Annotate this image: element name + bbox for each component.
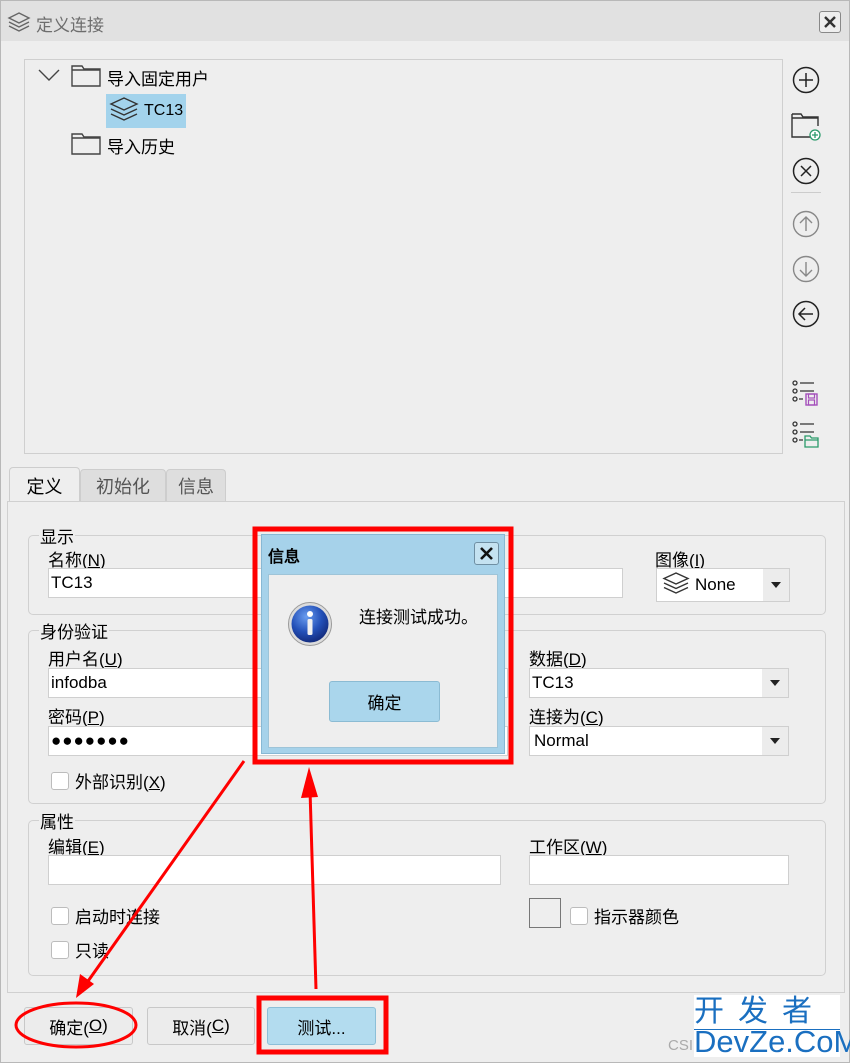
window-close-button[interactable] [819,11,841,33]
delete-button[interactable] [791,156,821,186]
tree-item-history[interactable]: 导入历史 [71,128,175,162]
dialog-message: 连接测试成功。 [359,608,478,627]
connect-on-start-checkbox[interactable]: 启动时连接 [51,903,160,928]
checkbox-box[interactable] [51,906,69,925]
tree-item-fixed-users[interactable]: 导入固定用户 [37,60,209,94]
tree-item-label: TC13 [144,102,184,119]
info-dialog: 信息 连接测试成功。 确定 [261,534,505,754]
move-left-button[interactable] [791,299,821,329]
checkbox-box[interactable] [51,940,69,959]
layers-icon [662,571,690,600]
dialog-title: 信息 [268,549,301,566]
close-icon [824,16,836,28]
watermark: 开发者 DevZe.CoM [694,995,850,1058]
selected-highlight: TC13 [106,94,187,128]
list-folder-icon [792,421,819,448]
chevron-down-icon[interactable] [762,669,788,697]
dialog-ok-button[interactable]: 确定 [329,681,440,722]
folder-icon [71,131,101,160]
save-list-button[interactable] [791,378,821,408]
edit-input[interactable] [48,855,501,885]
open-list-button[interactable] [791,419,821,449]
close-icon [480,547,493,560]
tree-item-label: 导入历史 [107,137,175,157]
readonly-checkbox[interactable]: 只读 [51,937,109,962]
external-auth-checkbox[interactable]: 外部识别(X) [51,768,166,793]
tab-definition[interactable]: 定义 [9,467,80,503]
properties-group-title: 属性 [39,808,75,833]
title-bar: 定义连接 [1,1,849,41]
move-down-button[interactable] [791,254,821,284]
checkbox-box[interactable] [570,906,588,925]
password-label: 密码(P) [48,708,105,727]
data-value: TC13 [532,673,574,692]
data-select[interactable]: TC13 [529,668,789,698]
indicator-color-swatch[interactable] [529,898,561,928]
tab-initialization[interactable]: 初始化 [80,469,166,502]
toolbar-separator [791,192,821,193]
username-label: 用户名(U) [48,650,123,669]
properties-group [28,820,826,976]
arrow-down-circle-icon [792,255,820,283]
checkbox-box[interactable] [51,771,69,790]
tree-item-label: 导入固定用户 [107,69,209,89]
connect-on-start-label: 启动时连接 [75,908,160,927]
indicator-color-label: 指示器颜色 [594,908,679,927]
auth-group-title: 身份验证 [39,618,109,643]
plus-circle-icon [792,66,820,94]
move-up-button[interactable] [791,209,821,239]
connect-as-label: 连接为(C) [529,708,604,727]
external-auth-label: 外部识别(X) [75,773,166,792]
chevron-down-icon[interactable] [763,569,789,601]
image-select[interactable]: None [656,568,790,602]
connection-tree[interactable]: 导入固定用户 TC13 导入历史 [24,59,783,454]
workspace-input[interactable] [529,855,789,885]
list-save-icon [792,380,818,406]
image-value: None [695,575,736,594]
layers-icon [7,11,31,33]
watermark-prefix: CSI [668,1037,694,1054]
watermark-line2: DevZe.CoM [694,1024,850,1059]
window-title: 定义连接 [36,16,104,35]
arrow-up-circle-icon [792,210,820,238]
ok-button[interactable]: 确定(O) [24,1007,133,1045]
arrow-left-circle-icon [792,300,820,328]
test-button[interactable]: 测试... [267,1007,376,1045]
indicator-color-checkbox[interactable]: 指示器颜色 [570,903,679,928]
connect-as-value: Normal [534,731,589,750]
folder-icon [71,63,101,92]
readonly-label: 只读 [75,942,109,961]
add-button[interactable] [791,65,821,95]
tree-item-tc13[interactable]: TC13 [106,94,187,128]
define-connection-window: 定义连接 导入固定用户 TC13 导入历史 定义 初始化 信息 显示 名称(N)… [0,0,850,1063]
data-label: 数据(D) [529,650,587,669]
new-folder-button[interactable] [791,111,821,141]
x-circle-icon [792,157,820,185]
layers-icon [109,96,139,127]
dialog-close-button[interactable] [474,542,499,565]
info-icon [287,601,333,652]
folder-add-icon [791,113,821,141]
connect-as-select[interactable]: Normal [529,726,789,756]
chevron-down-icon[interactable] [37,67,63,87]
chevron-down-icon[interactable] [762,727,788,755]
dialog-body: 连接测试成功。 确定 [268,574,498,748]
tab-info[interactable]: 信息 [166,469,226,502]
display-group-title: 显示 [39,523,75,548]
cancel-button[interactable]: 取消(C) [147,1007,255,1045]
